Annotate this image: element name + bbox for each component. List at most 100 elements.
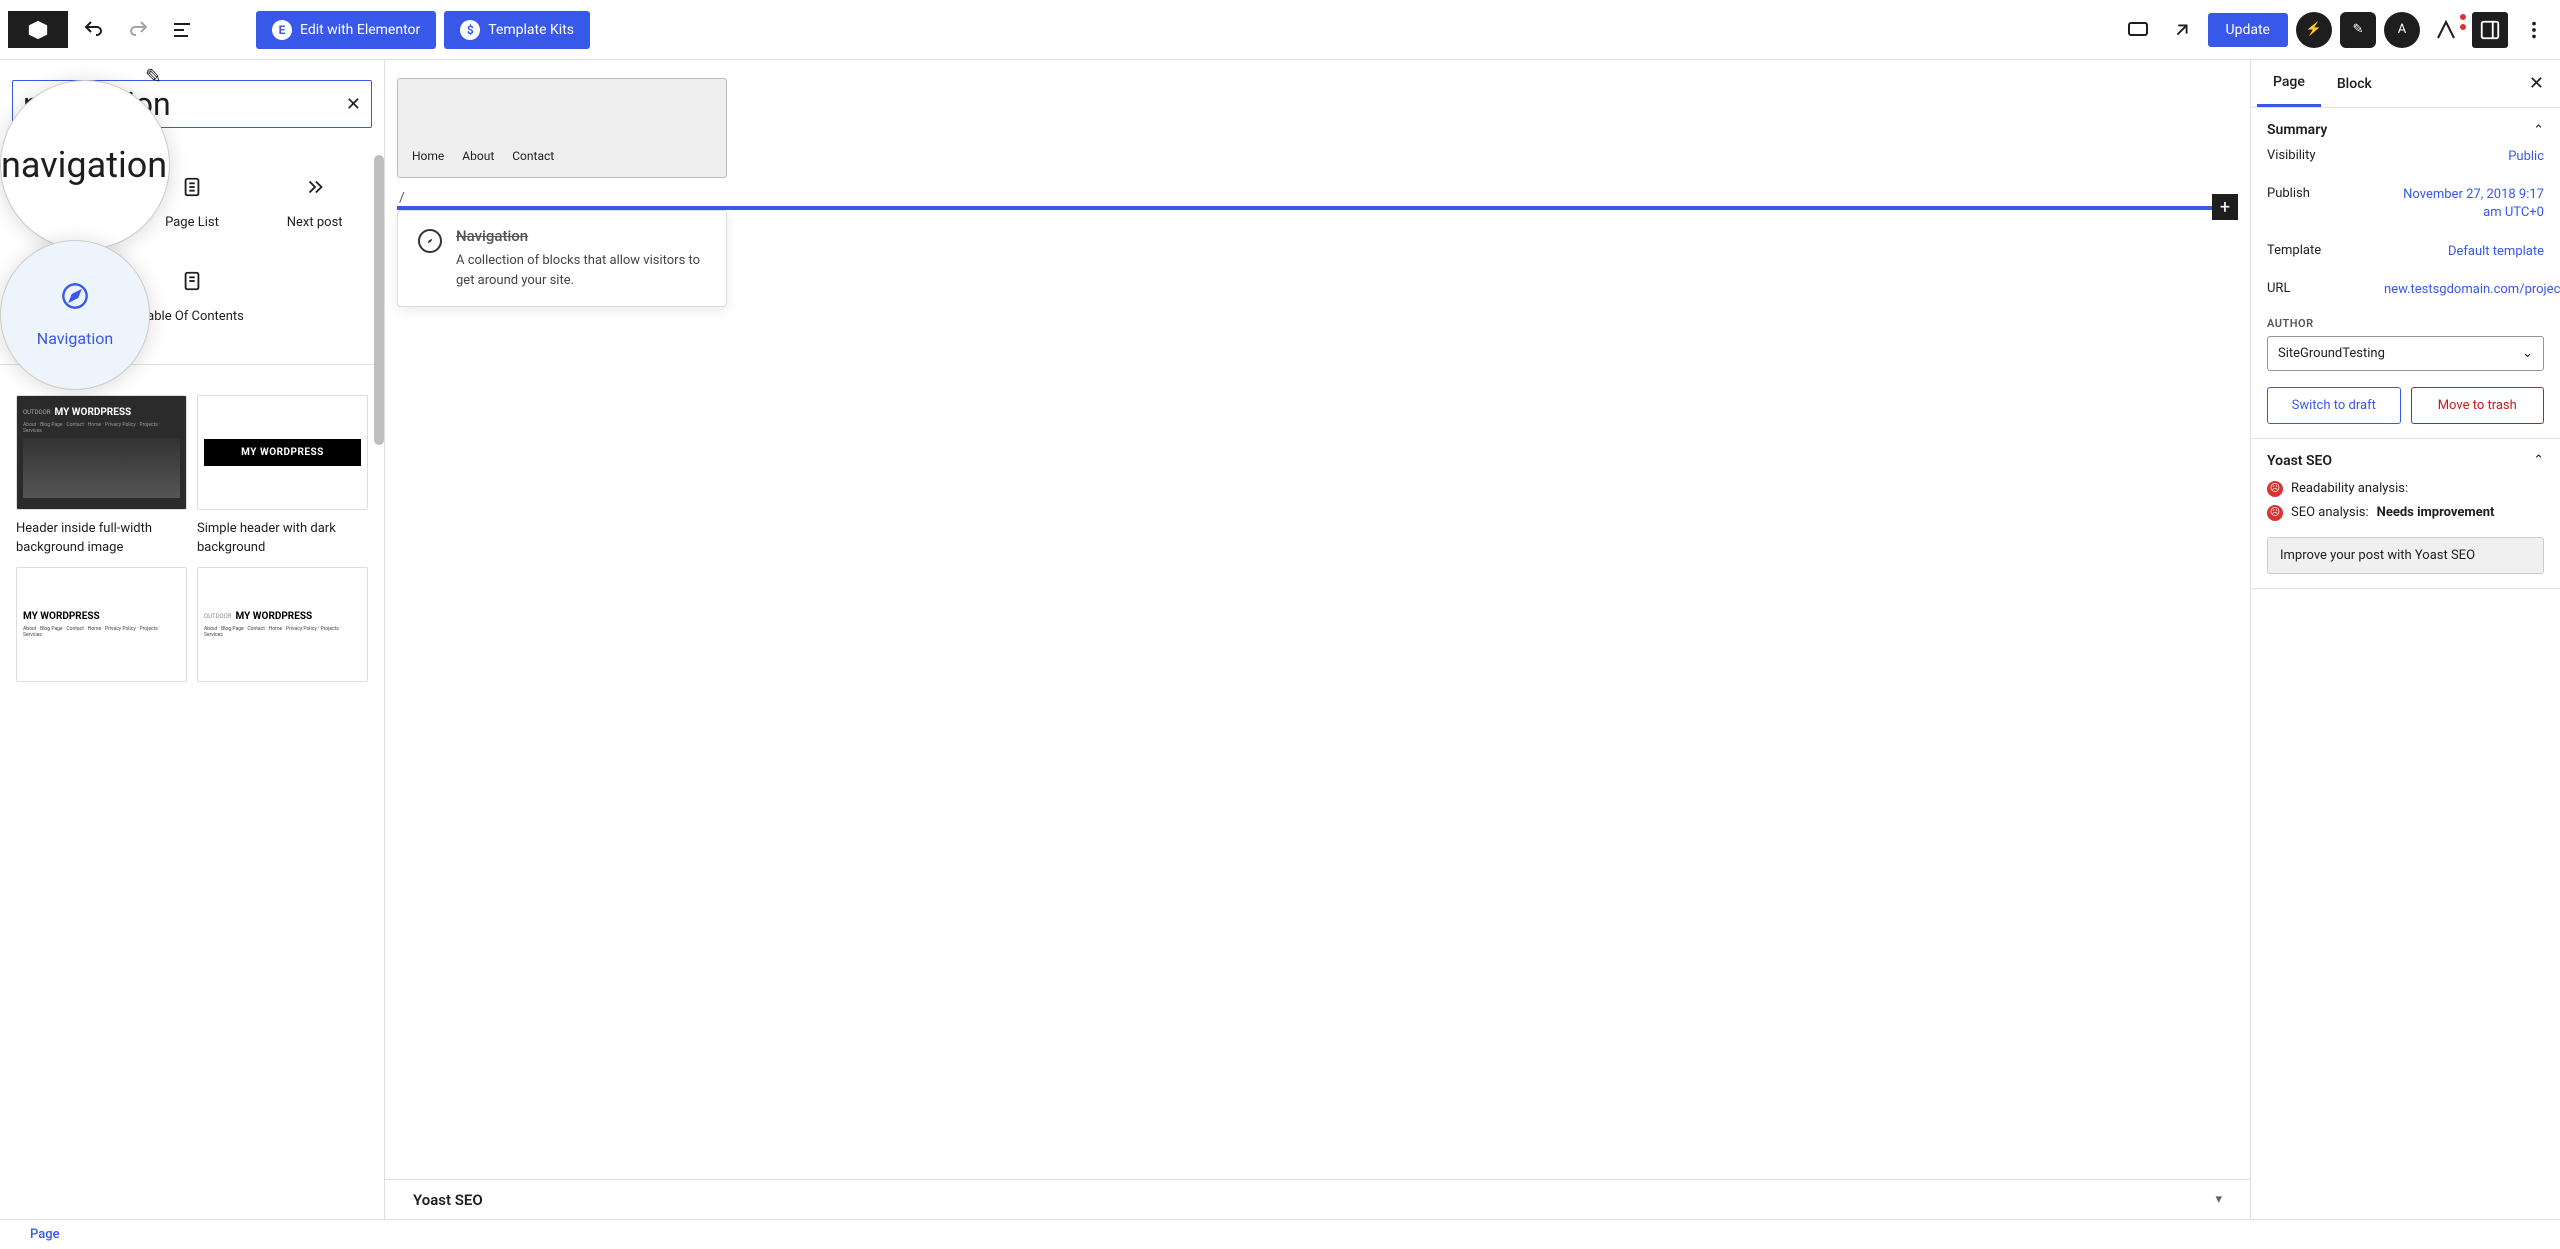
document-overview-button[interactable] [164,12,200,48]
editor-canvas[interactable]: Home About Contact / + Navigation A coll… [385,60,2250,1219]
yoast-section: Yoast SEO ⌃ ☹ Readability analysis: ☹ SE… [2251,439,2560,589]
block-page-list-label: Page List [165,214,219,232]
view-button[interactable] [2120,12,2156,48]
insertion-indicator: + [397,206,2238,210]
pt-wp-3: MY WORDPRESS [23,611,180,622]
sidebar-tabs: Page Block ✕ [2251,60,2560,108]
block-navigation[interactable]: Navigation [8,158,131,252]
blocks-grid: Navigation Page List Next post Previous … [0,148,384,364]
pt-wp-1: MY WORDPRESS [55,407,132,418]
summary-section: Summary ⌃ Visibility Public Publish Nove… [2251,108,2560,439]
yoast-bar-title: Yoast SEO [413,1191,483,1209]
pattern-thumb-2: MY WORDPRESS [197,395,368,510]
switch-draft-button[interactable]: Switch to draft [2267,387,2401,424]
visibility-value[interactable]: Public [2508,148,2544,166]
publish-label: Publish [2267,186,2310,222]
author-label: AUTHOR [2267,317,2544,330]
inserter-scrollbar[interactable] [374,155,384,445]
pt-menu-1: About · Blog Page · Contact · Home · Pri… [23,422,180,434]
external-link-button[interactable] [2164,12,2200,48]
search-wrap: ✕ [0,60,384,140]
main-area: ✎ navigation Navigation ✕ Navigation [0,60,2560,1219]
nav-home[interactable]: Home [412,149,444,163]
row-visibility: Visibility Public [2267,138,2544,176]
block-inserter-panel: ✎ navigation Navigation ✕ Navigation [0,60,385,1219]
sad-face-icon: ☹ [2267,505,2283,521]
publish-value[interactable]: November 27, 2018 9:17 am UTC+0 [2384,186,2544,222]
block-page-list[interactable]: Page List [131,158,254,252]
undo-button[interactable] [76,12,112,48]
readability-row[interactable]: ☹ Readability analysis: [2267,477,2544,501]
block-suggest-card[interactable]: Navigation A collection of blocks that a… [397,210,727,307]
add-block-button[interactable]: + [2212,194,2238,220]
pattern-header-dark[interactable]: MY WORDPRESS Simple header with dark bac… [197,395,368,556]
block-search-input[interactable] [23,85,346,123]
block-previous-post-label: Previous post [30,308,109,326]
nav-contact[interactable]: Contact [512,149,554,163]
header-block[interactable]: Home About Contact [397,78,727,178]
block-navigation-label: Navigation [38,216,100,234]
seo-value: Needs improvement [2377,505,2495,520]
template-kits-button[interactable]: $ Template Kits [444,11,590,49]
top-toolbar: E Edit with Elementor $ Template Kits Up… [0,0,2560,60]
sidebar-close-button[interactable]: ✕ [2519,73,2554,94]
sad-face-icon: ☹ [2267,481,2283,497]
suggest-title: Navigation [456,227,706,245]
astra-icon[interactable]: A [2384,12,2420,48]
plugin-icon-2[interactable]: ✎ [2340,12,2376,48]
edit-elementor-button[interactable]: E Edit with Elementor [256,11,436,49]
pt-outdoor-4: OUTDOOR [204,613,232,620]
pt-outdoor-1: OUTDOOR [23,409,51,416]
tab-block[interactable]: Block [2321,62,2388,106]
pattern-header-fullwidth[interactable]: OUTDOOR MY WORDPRESS About · Blog Page · … [16,395,187,556]
page-list-icon [181,176,203,204]
tab-page[interactable]: Page [2257,60,2321,107]
summary-toggle[interactable]: Summary ⌃ [2267,122,2544,138]
plugin-icon-1[interactable]: ⚡ [2296,12,2332,48]
compass-icon [57,176,81,206]
wordpress-logo[interactable] [8,11,68,48]
url-value[interactable]: new.testsgdomain.com/projects/ [2384,281,2544,299]
template-value[interactable]: Default template [2448,243,2544,261]
seo-label: SEO analysis: [2291,505,2369,520]
move-trash-button[interactable]: Move to trash [2411,387,2545,424]
row-template: Template Default template [2267,233,2544,271]
yoast-caret-icon[interactable]: ▾ [2215,1192,2222,1207]
suggest-desc: A collection of blocks that allow visito… [456,251,706,290]
edit-elementor-label: Edit with Elementor [300,22,420,38]
toolbar-left: E Edit with Elementor $ Template Kits [8,11,590,49]
next-post-icon [304,176,326,204]
pattern-3[interactable]: MY WORDPRESS About · Blog Page · Contact… [16,567,187,692]
pattern-thumb-1: OUTDOOR MY WORDPRESS About · Blog Page · … [16,395,187,510]
options-menu-button[interactable] [2516,12,2552,48]
improve-yoast-button[interactable]: Improve your post with Yoast SEO [2267,537,2544,574]
block-previous-post[interactable]: Previous post [8,252,131,344]
pattern-4[interactable]: OUTDOOR MY WORDPRESS About · Blog Page · … [197,567,368,692]
nav-about[interactable]: About [462,149,494,163]
pt-menu-3: About · Blog Page · Contact · Home · Pri… [23,626,180,638]
yoast-metabox-bar[interactable]: Yoast SEO ▾ [385,1179,2250,1219]
patterns-section: OUTDOOR MY WORDPRESS About · Blog Page · … [0,364,384,1219]
redo-button[interactable] [120,12,156,48]
yoast-traffic-icon[interactable] [2428,12,2464,48]
update-button[interactable]: Update [2208,13,2288,47]
settings-sidebar-toggle[interactable] [2472,12,2508,48]
nav-links: Home About Contact [412,149,712,163]
pt-wp-4: MY WORDPRESS [236,611,313,622]
block-toc[interactable]: Table Of Contents [131,252,254,344]
pencil-icon: ✎ [145,64,162,88]
author-select[interactable]: SiteGroundTesting ⌄ [2267,336,2544,371]
toc-icon [181,270,203,298]
block-next-post[interactable]: Next post [253,158,376,252]
clear-search-button[interactable]: ✕ [346,94,361,115]
yoast-title: Yoast SEO [2267,453,2332,469]
breadcrumb-page[interactable]: Page [30,1227,60,1242]
chevron-down-icon: ⌄ [2522,346,2533,361]
elementor-icon: E [272,20,292,40]
pattern-1-label: Header inside full-width background imag… [16,520,187,556]
summary-title: Summary [2267,122,2327,138]
yoast-toggle[interactable]: Yoast SEO ⌃ [2267,453,2544,469]
pt-menu-4: About · Blog Page · Contact · Home · Pri… [204,626,361,638]
seo-row[interactable]: ☹ SEO analysis: Needs improvement [2267,501,2544,525]
template-label: Template [2267,243,2321,261]
